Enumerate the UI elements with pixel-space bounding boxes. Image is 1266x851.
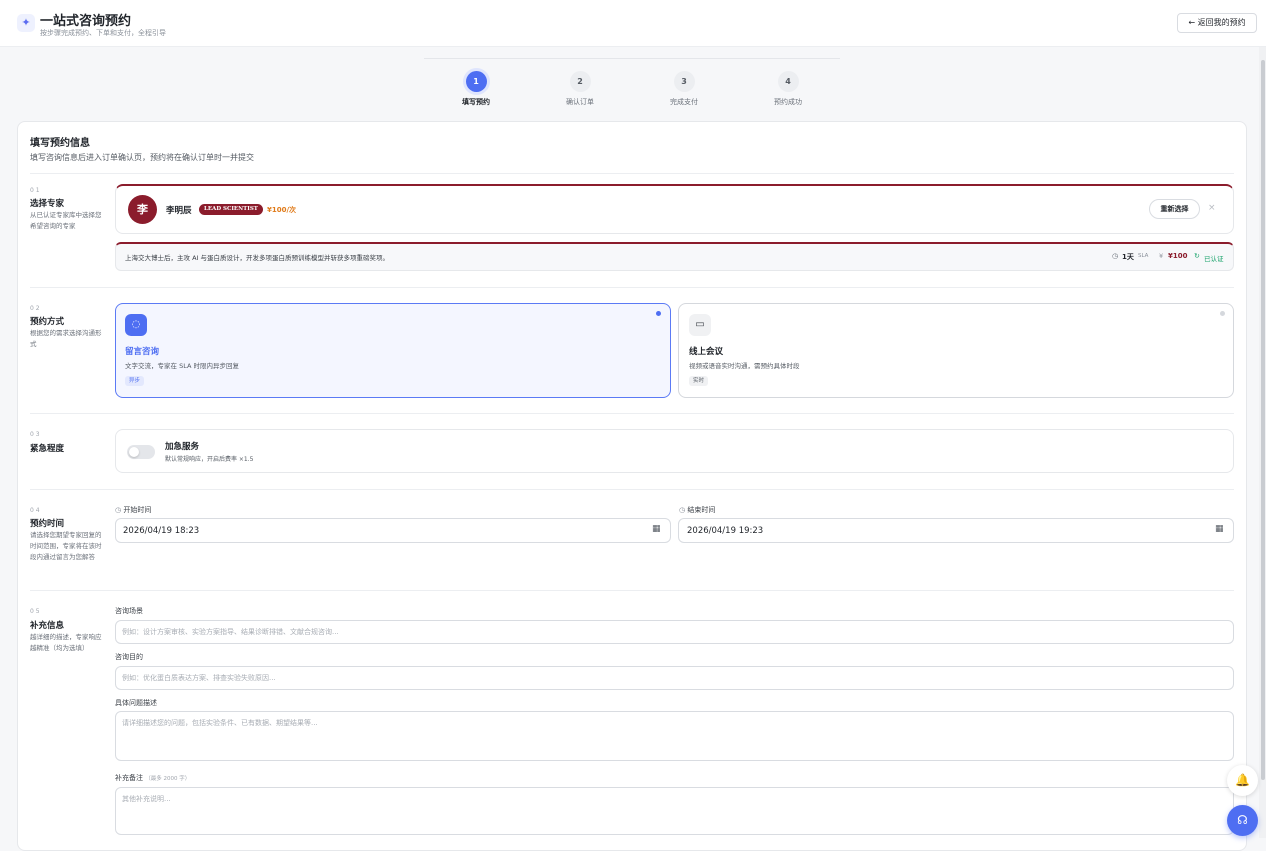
step-number: 4 bbox=[777, 71, 799, 92]
section-number: 0 3 bbox=[30, 431, 40, 438]
clock-icon: ◷ bbox=[679, 506, 686, 514]
stepper-line bbox=[424, 58, 840, 59]
expert-title-badge: LEAD SCIENTIST bbox=[199, 204, 263, 215]
selected-indicator bbox=[656, 311, 661, 316]
divider bbox=[30, 489, 1234, 490]
mode-tag: 异步 bbox=[125, 376, 145, 386]
clock-icon: ◷ bbox=[1112, 252, 1119, 260]
calendar-icon[interactable]: ▦ bbox=[652, 524, 661, 534]
section-number: 0 1 bbox=[30, 187, 40, 194]
section-number: 0 2 bbox=[30, 305, 40, 312]
price-value: ¥100 bbox=[1168, 252, 1188, 260]
mode-desc: 文字交流，专家在 SLA 时限内异步回复 bbox=[125, 362, 239, 370]
mode-tag: 实时 bbox=[689, 376, 709, 386]
note-hint: （最多 2000 字） bbox=[145, 776, 191, 782]
reselect-expert-button[interactable]: 重新选择 bbox=[1149, 199, 1200, 219]
section-desc-time: 请选择您期望专家回复的时间范围，专家将在该时段内通过留言为您解答 bbox=[30, 531, 102, 561]
mode-desc: 视频或语音实时沟通，需预约具体时段 bbox=[689, 362, 800, 370]
section-number: 0 4 bbox=[30, 507, 40, 514]
detail-placeholder: 请详细描述您的问题，包括实验条件、已有数据、期望结果等... bbox=[122, 719, 318, 727]
form-subtitle: 填写咨询信息后进入订单确认页，预约将在确认订单时一并提交 bbox=[30, 153, 254, 162]
goal-placeholder: 例如：优化蛋白质表达方案、排查实验失败原因... bbox=[122, 674, 276, 682]
page-subtitle: 按步骤完成预约、下单和支付，全程引导 bbox=[40, 29, 166, 37]
section-title-urgency: 紧急程度 bbox=[30, 444, 65, 454]
step-label: 填写预约 bbox=[462, 98, 490, 106]
scene-label: 咨询场景 bbox=[115, 607, 143, 615]
mode-card-message[interactable] bbox=[115, 303, 671, 398]
toggle-knob[interactable] bbox=[129, 447, 139, 457]
step-label: 确认订单 bbox=[566, 98, 594, 106]
expert-price: ¥100/次 bbox=[267, 206, 297, 214]
divider bbox=[30, 287, 1234, 288]
detail-label: 具体问题描述 bbox=[115, 699, 157, 707]
divider bbox=[30, 173, 1234, 174]
end-time-label: ◷ 结束时间 bbox=[679, 505, 715, 515]
mode-card-meeting[interactable] bbox=[678, 303, 1234, 398]
section-number: 0 5 bbox=[30, 608, 40, 615]
divider bbox=[30, 590, 1234, 591]
price-symbol: ¥ bbox=[1159, 252, 1164, 260]
note-label-text: 补充备注 bbox=[115, 774, 143, 782]
step-3: 3 完成支付 bbox=[649, 71, 719, 107]
step-2: 2 确认订单 bbox=[545, 71, 615, 107]
urgent-service-box bbox=[115, 429, 1234, 473]
step-number: 1 bbox=[465, 71, 487, 92]
chat-bubble-icon: ◌ bbox=[125, 314, 147, 336]
calendar-icon[interactable]: ▦ bbox=[1215, 524, 1224, 534]
step-4: 4 预约成功 bbox=[753, 71, 823, 107]
section-desc-extra: 越详细的描述，专家响应越精准（均为选填） bbox=[30, 633, 102, 652]
section-desc-expert: 从已认证专家库中选择您希望咨询的专家 bbox=[30, 211, 102, 230]
step-label: 预约成功 bbox=[774, 98, 802, 106]
sparkle-icon: ✦ bbox=[17, 14, 35, 32]
page-title: 一站式咨询预约 bbox=[40, 14, 132, 29]
section-title-mode: 预约方式 bbox=[30, 317, 65, 327]
start-time-label-text: 开始时间 bbox=[123, 506, 152, 514]
mode-title: 留言咨询 bbox=[125, 347, 160, 357]
scene-placeholder: 例如：设计方案审核、实验方案指导、结果诊断排错、文献合规咨询... bbox=[122, 628, 339, 636]
bell-icon[interactable]: 🔔 bbox=[1227, 765, 1258, 796]
section-desc-mode: 根据您的需求选择沟通形式 bbox=[30, 329, 102, 348]
sla-value: 1天 bbox=[1122, 253, 1134, 261]
note-textarea[interactable] bbox=[115, 787, 1234, 835]
video-icon: ▭ bbox=[689, 314, 711, 336]
note-placeholder: 其他补充说明... bbox=[122, 795, 171, 803]
step-label: 完成支付 bbox=[670, 98, 698, 106]
step-1: 1 填写预约 bbox=[441, 71, 511, 107]
expert-name: 李明辰 bbox=[166, 206, 192, 216]
unselected-indicator bbox=[1220, 311, 1225, 316]
urgent-title: 加急服务 bbox=[165, 442, 200, 452]
headset-icon[interactable]: ☊ bbox=[1227, 805, 1258, 836]
top-bar bbox=[0, 0, 1266, 47]
close-icon[interactable]: × bbox=[1208, 203, 1216, 213]
start-time-value: 2026/04/19 18:23 bbox=[123, 526, 200, 536]
sla-label: SLA bbox=[1138, 253, 1149, 259]
section-title-expert: 选择专家 bbox=[30, 199, 65, 209]
end-time-label-text: 结束时间 bbox=[687, 506, 716, 514]
form-title: 填写预约信息 bbox=[30, 138, 90, 149]
urgent-desc: 默认常规响应，开启后费率 ×1.5 bbox=[165, 456, 254, 463]
step-number: 2 bbox=[569, 71, 591, 92]
avatar: 李 bbox=[128, 195, 157, 224]
clock-icon: ◷ bbox=[115, 506, 122, 514]
divider bbox=[30, 413, 1234, 414]
expert-bio: 上海交大博士后，主攻 AI 与蛋白质设计，开发多项蛋白质预训练模型并斩获多项重磅… bbox=[125, 254, 389, 262]
end-time-value: 2026/04/19 19:23 bbox=[687, 526, 764, 536]
verified-label: 已认证 bbox=[1204, 255, 1224, 263]
section-title-extra: 补充信息 bbox=[30, 621, 65, 631]
verified-icon: ↻ bbox=[1194, 252, 1200, 260]
goal-label: 咨询目的 bbox=[115, 653, 143, 661]
start-time-label: ◷ 开始时间 bbox=[115, 505, 151, 515]
step-number: 3 bbox=[673, 71, 695, 92]
back-to-my-bookings-button[interactable]: ← 返回我的预约 bbox=[1177, 13, 1257, 33]
note-label: 补充备注 （最多 2000 字） bbox=[115, 773, 190, 783]
section-title-time: 预约时间 bbox=[30, 519, 65, 529]
mode-title: 线上会议 bbox=[689, 347, 724, 357]
scrollbar-thumb[interactable] bbox=[1261, 60, 1265, 780]
goal-input[interactable] bbox=[115, 666, 1234, 690]
